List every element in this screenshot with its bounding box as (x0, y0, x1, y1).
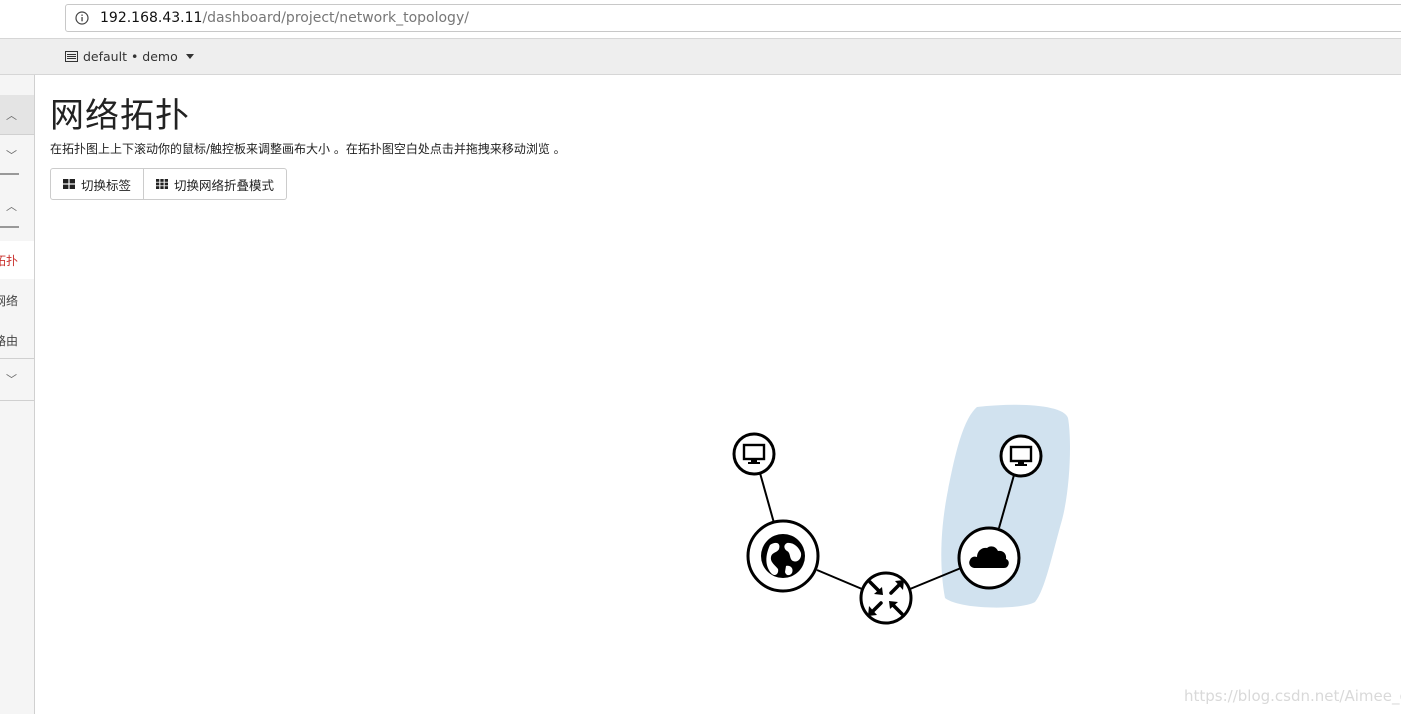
watermark: https://blog.csdn.net/Aimee_c (1184, 687, 1401, 705)
link-instance-external (759, 472, 775, 524)
link-external-router (816, 569, 863, 590)
instance-node[interactable] (732, 432, 776, 476)
router-node[interactable] (859, 571, 913, 625)
topology-canvas[interactable] (0, 0, 1401, 714)
instance-node[interactable] (999, 434, 1043, 478)
globe-icon (761, 534, 805, 578)
network-node[interactable] (957, 526, 1021, 590)
external-network-node[interactable] (746, 519, 820, 593)
